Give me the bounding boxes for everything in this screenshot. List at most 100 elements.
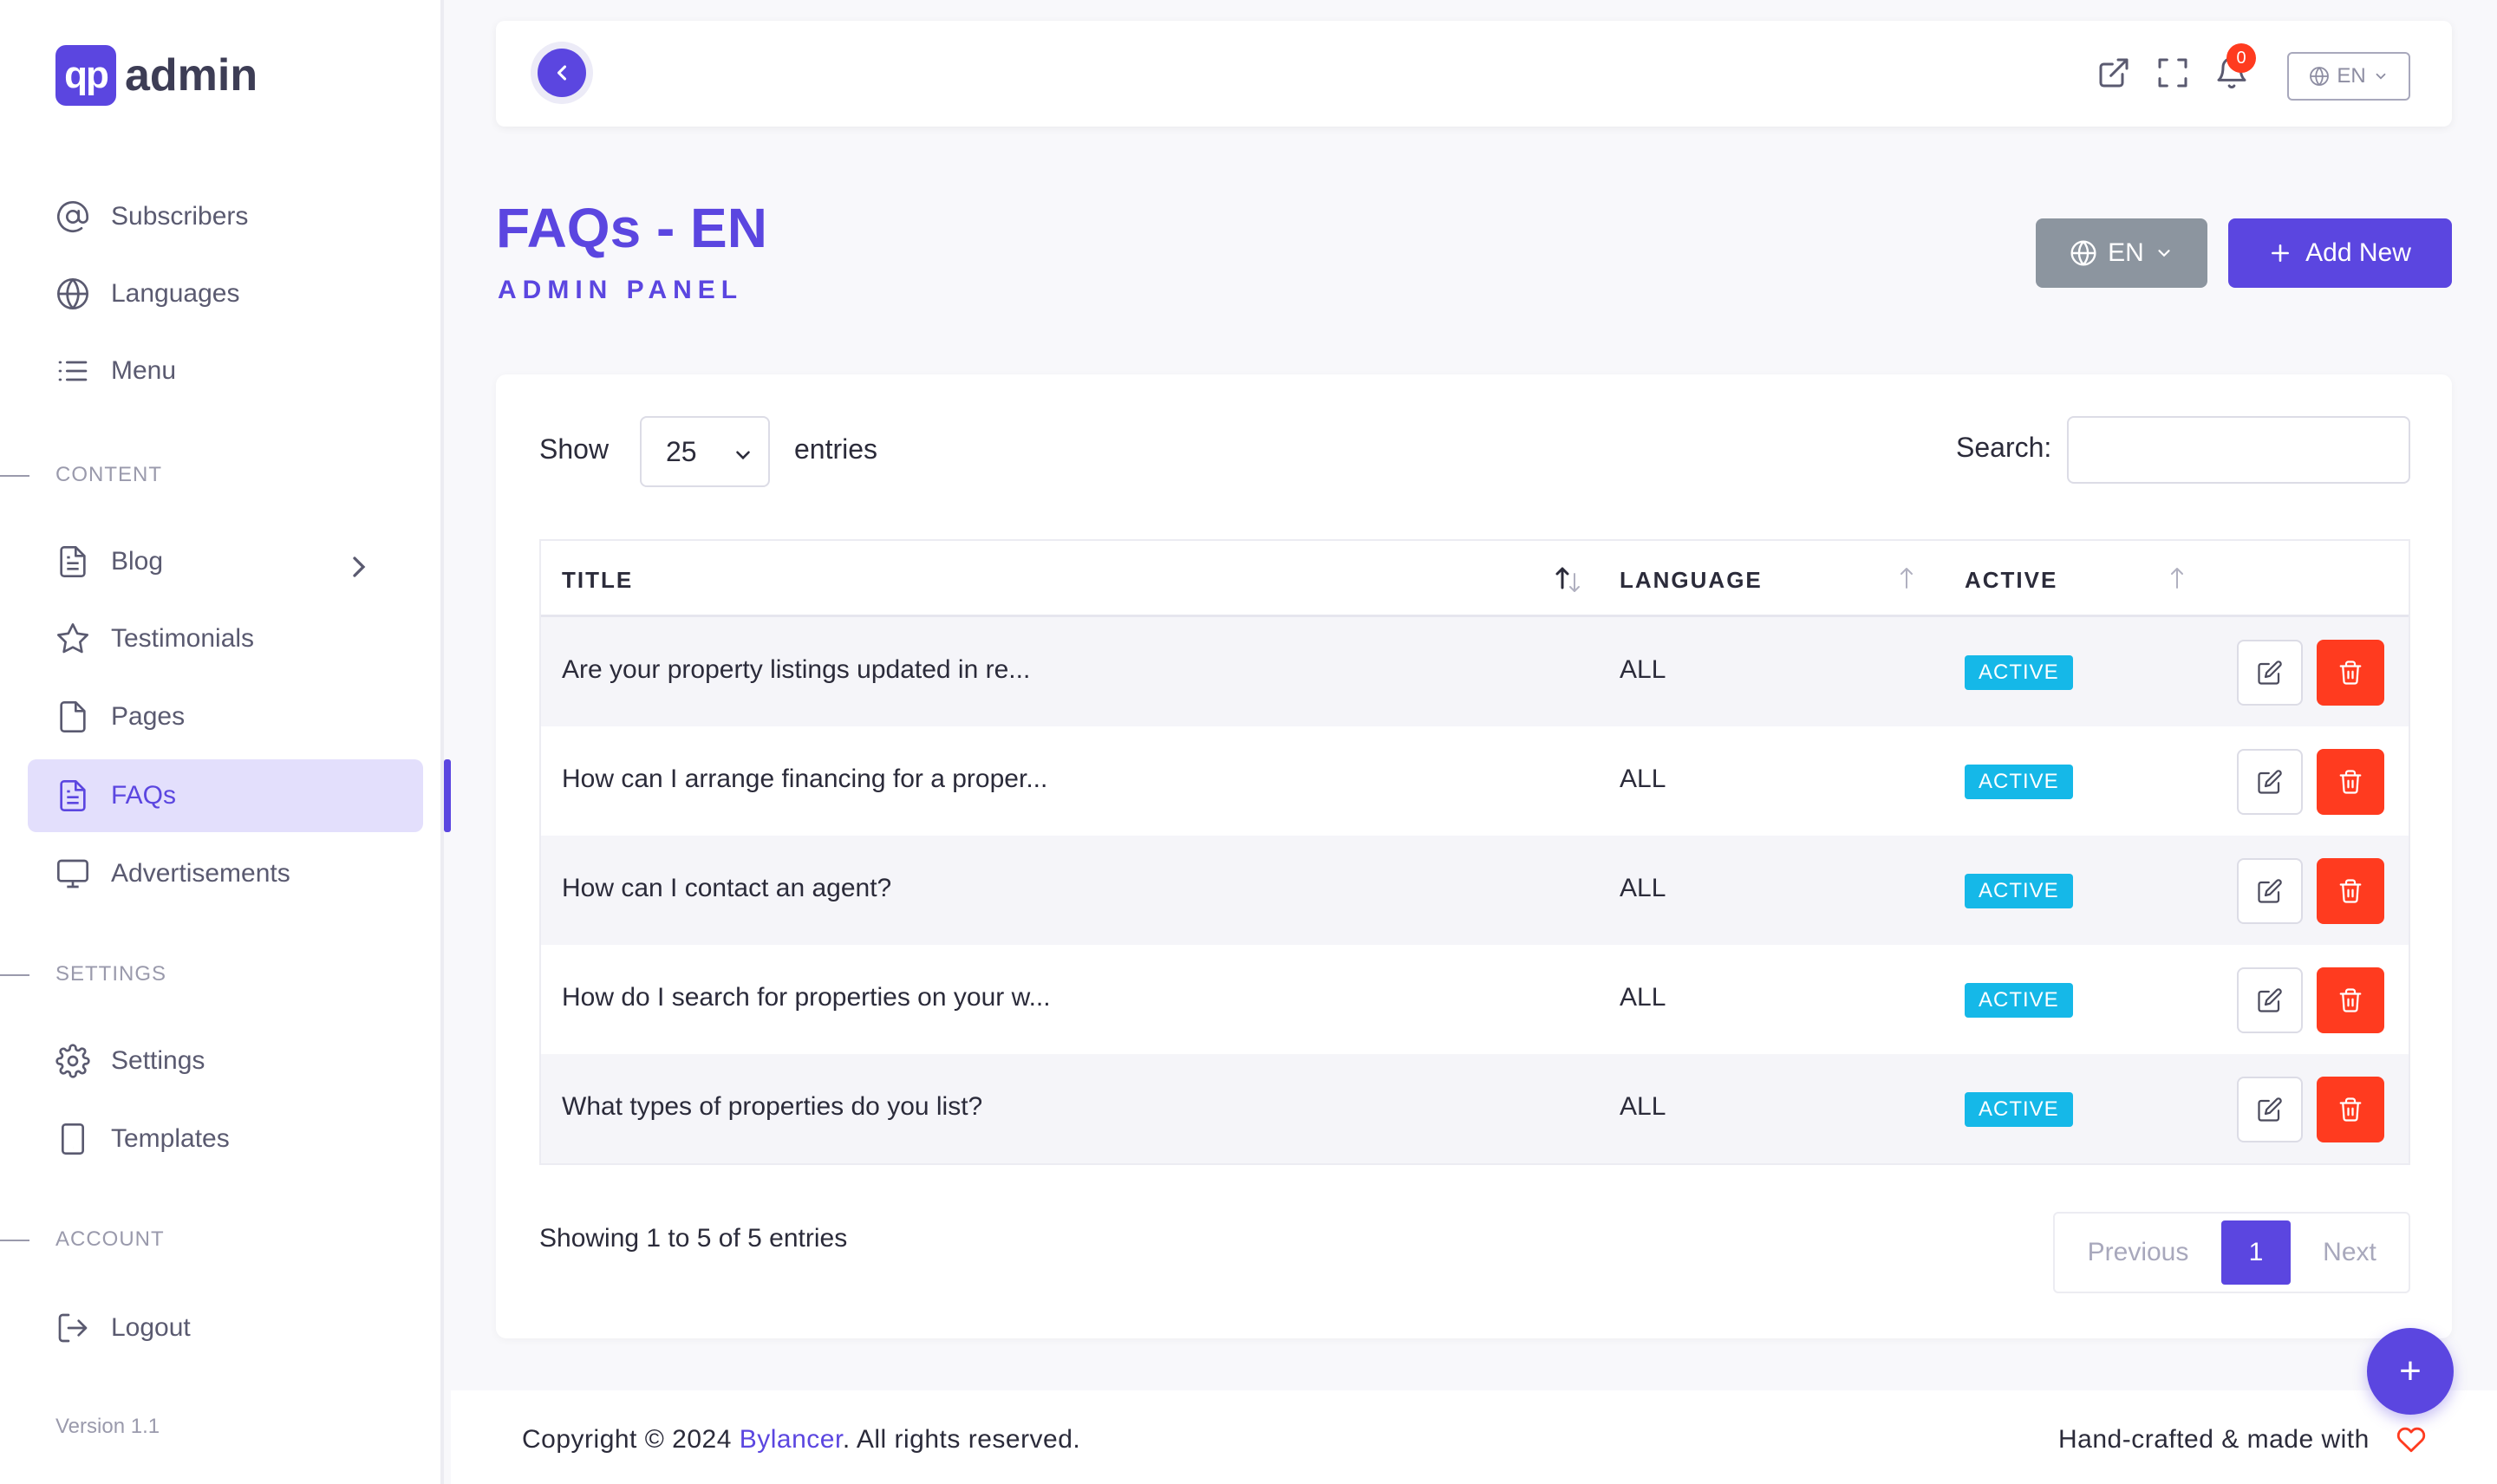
chevron-right-icon	[353, 556, 366, 577]
entries-per-page-select[interactable]: 25	[640, 416, 770, 487]
delete-button[interactable]	[2317, 858, 2384, 924]
status-badge: ACTIVE	[1965, 874, 2073, 908]
copyright-suffix: . All rights reserved.	[842, 1425, 1081, 1454]
document-icon	[60, 546, 86, 577]
show-label: Show	[539, 433, 610, 465]
edit-icon	[2258, 1097, 2282, 1122]
copyright: Copyright © 2024 Bylancer. All rights re…	[522, 1425, 1080, 1455]
table-row: How do I search for properties on your w…	[541, 945, 2409, 1054]
plus-icon	[2272, 244, 2290, 262]
language-select-button[interactable]: EN	[2036, 218, 2207, 288]
faq-language: ALL	[1620, 765, 1666, 793]
sidebar-item-menu[interactable]: Menu	[28, 335, 423, 407]
section-divider	[0, 974, 29, 976]
chevron-down-icon	[2376, 73, 2386, 80]
sidebar-item-templates[interactable]: Templates	[28, 1103, 423, 1175]
fullscreen-icon[interactable]	[2155, 55, 2190, 90]
sidebar-item-blog[interactable]: Blog	[28, 525, 423, 598]
faq-title: How can I contact an agent?	[562, 874, 892, 902]
sidebar-item-testimonials[interactable]: Testimonials	[28, 602, 423, 675]
sidebar-item-languages[interactable]: Languages	[28, 257, 423, 330]
logo-mark: qp	[55, 45, 116, 106]
faq-language: ALL	[1620, 874, 1666, 902]
section-label-account: ACCOUNT	[55, 1227, 165, 1251]
sidebar-item-subscribers[interactable]: Subscribers	[28, 180, 423, 253]
sidebar: qp admin Subscribers Languages Menu CONT…	[0, 0, 444, 1484]
sidebar-item-faqs[interactable]: FAQs	[28, 759, 423, 832]
floating-add-button[interactable]: +	[2367, 1328, 2454, 1415]
page-subtitle: ADMIN PANEL	[498, 276, 744, 304]
sidebar-item-label: Logout	[111, 1313, 191, 1342]
faq-language: ALL	[1620, 1092, 1666, 1121]
sort-icon[interactable]	[2162, 562, 2192, 596]
edit-button[interactable]	[2237, 967, 2303, 1033]
column-header-title[interactable]: TITLE	[562, 567, 633, 594]
status-badge: ACTIVE	[1965, 983, 2073, 1018]
sort-asc-icon[interactable]	[1554, 562, 1583, 596]
table-row: How can I arrange financing for a proper…	[541, 726, 2409, 836]
tablet-icon	[62, 1123, 84, 1155]
logout-icon	[58, 1313, 88, 1343]
globe-icon	[2310, 67, 2330, 86]
status-badge: ACTIVE	[1965, 655, 2073, 690]
sidebar-item-logout[interactable]: Logout	[28, 1292, 423, 1364]
version-label: Version 1.1	[55, 1415, 160, 1438]
delete-button[interactable]	[2317, 1077, 2384, 1142]
next-page-button[interactable]: Next	[2291, 1238, 2409, 1267]
table-row: Are your property listings updated in re…	[541, 617, 2409, 726]
column-header-active[interactable]: ACTIVE	[1965, 567, 2057, 594]
external-link-icon[interactable]	[2096, 55, 2131, 90]
faq-title: How can I arrange financing for a proper…	[562, 765, 1048, 793]
edit-button[interactable]	[2237, 1077, 2303, 1142]
trash-icon	[2339, 1097, 2362, 1122]
edit-icon	[2258, 770, 2282, 794]
table-info: Showing 1 to 5 of 5 entries	[539, 1224, 848, 1253]
edit-button[interactable]	[2237, 640, 2303, 706]
document-icon	[60, 780, 86, 811]
language-dropdown-top[interactable]: EN	[2287, 52, 2410, 101]
delete-button[interactable]	[2317, 640, 2384, 706]
trash-icon	[2339, 879, 2362, 903]
footer: Copyright © 2024 Bylancer. All rights re…	[451, 1390, 2497, 1484]
entries-label: entries	[794, 433, 878, 465]
sidebar-item-settings[interactable]: Settings	[28, 1025, 423, 1097]
pagination: Previous 1 Next	[2053, 1212, 2410, 1293]
search-input[interactable]	[2067, 416, 2410, 484]
sidebar-item-pages[interactable]: Pages	[28, 680, 423, 753]
sidebar-item-label: Testimonials	[111, 624, 255, 653]
heart-icon	[2396, 1427, 2426, 1453]
language-button-label: EN	[2108, 238, 2144, 267]
edit-button[interactable]	[2237, 749, 2303, 815]
logo[interactable]: qp admin	[55, 45, 258, 106]
gear-icon	[55, 1044, 90, 1078]
chevron-down-icon	[736, 451, 750, 460]
sort-icon[interactable]	[1892, 562, 1921, 596]
table-header: TITLE LANGUAGE ACTIVE	[541, 541, 2409, 617]
faq-table-card: Show 25 entries Search: TITLE LANGUAGE A…	[496, 374, 2452, 1338]
add-new-label: Add New	[2305, 238, 2411, 267]
sidebar-item-advertisements[interactable]: Advertisements	[28, 837, 423, 910]
faq-title: How do I search for properties on your w…	[562, 983, 1051, 1012]
status-badge: ACTIVE	[1965, 765, 2073, 799]
handcrafted-text: Hand-crafted & made with	[2058, 1425, 2370, 1454]
delete-button[interactable]	[2317, 749, 2384, 815]
table-row: What types of properties do you list? AL…	[541, 1054, 2409, 1163]
active-indicator	[444, 759, 451, 832]
company-link[interactable]: Bylancer	[740, 1425, 843, 1454]
column-header-language[interactable]: LANGUAGE	[1620, 567, 1763, 594]
sidebar-item-label: FAQs	[111, 781, 177, 810]
delete-button[interactable]	[2317, 967, 2384, 1033]
edit-button[interactable]	[2237, 858, 2303, 924]
at-icon	[57, 201, 88, 232]
table-row: How can I contact an agent? ALL ACTIVE	[541, 836, 2409, 945]
search-label: Search:	[1956, 432, 2052, 463]
edit-icon	[2258, 988, 2282, 1012]
language-label: EN	[2337, 64, 2366, 88]
sidebar-item-label: Pages	[111, 702, 186, 731]
edit-icon	[2258, 661, 2282, 685]
entries-value: 25	[666, 435, 697, 467]
collapse-sidebar-button[interactable]	[538, 49, 586, 97]
add-new-button[interactable]: Add New	[2228, 218, 2452, 288]
page-1-button[interactable]: 1	[2221, 1220, 2291, 1285]
previous-page-button[interactable]: Previous	[2055, 1238, 2221, 1267]
